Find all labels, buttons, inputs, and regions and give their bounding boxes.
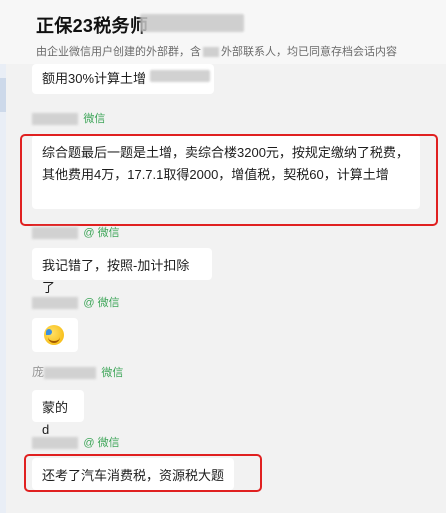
redacted-title-suffix [140, 14, 244, 32]
redacted-sender-name [32, 226, 78, 239]
highlight-box [24, 454, 262, 492]
sender-source: @ 微信 [83, 296, 120, 309]
sender-line: 微信 [32, 110, 105, 126]
thinking-emoji-icon [44, 325, 64, 345]
redacted-text [150, 70, 210, 82]
sender-line: @ 微信 [32, 224, 120, 240]
redacted-sender-name [32, 296, 78, 309]
redacted-count [203, 47, 219, 58]
message-bubble[interactable]: 蒙的d [32, 390, 84, 437]
group-subtitle: 由企业微信用户创建的外部群，含 外部联系人，均已同意存档会话内容 [36, 46, 397, 58]
sender-source: 微信 [83, 112, 106, 125]
message-bubble[interactable] [32, 318, 78, 352]
sender-line: @ 微信 [32, 294, 120, 310]
highlight-box [20, 134, 438, 226]
redacted-sender-name [44, 366, 97, 379]
redacted-sender-name [32, 112, 78, 125]
sender-source: @ 微信 [83, 226, 120, 239]
message-bubble[interactable]: 我记错了，按照-加计扣除了 [32, 248, 212, 295]
sender-source: @ 微信 [83, 436, 120, 449]
group-title: 正保23税务师 [36, 16, 149, 36]
redacted-sender-name [32, 436, 78, 449]
sender-line: 庞 微信 [32, 364, 123, 380]
message-list[interactable]: 额用30%计算土增 微信 综合题最后一题是土增，卖综合楼3200元，按规定缴纳了… [0, 64, 446, 513]
sender-source: 微信 [101, 366, 124, 379]
sender-name-prefix: 庞 [32, 365, 45, 379]
chat-header: 正保23税务师 由企业微信用户创建的外部群，含 外部联系人，均已同意存档会话内容 [0, 0, 446, 64]
sender-line: @ 微信 [32, 434, 120, 450]
